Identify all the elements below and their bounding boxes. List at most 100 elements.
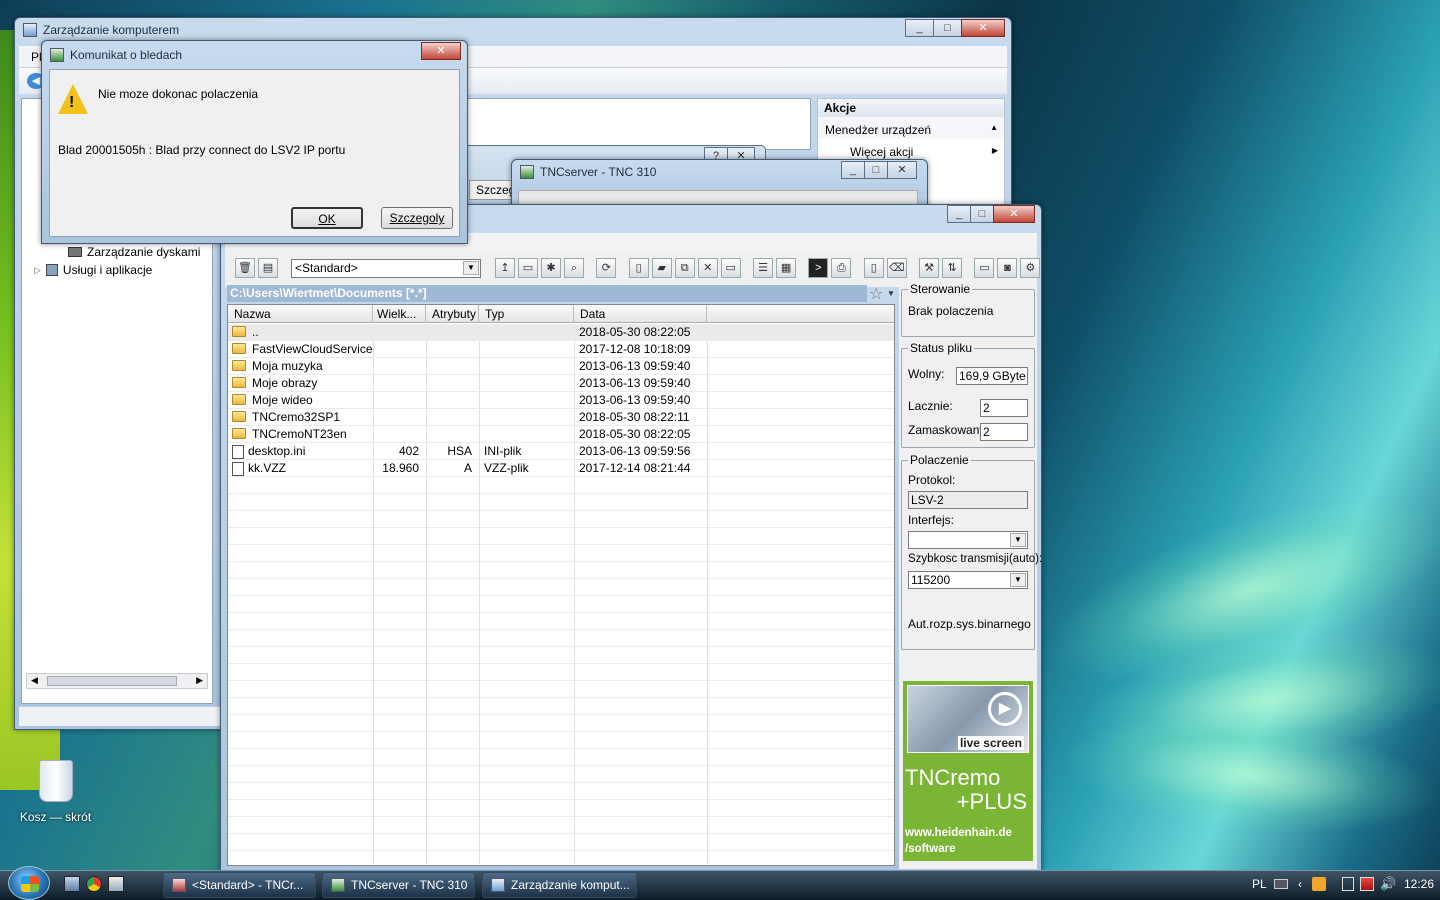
close-button[interactable]: ✕	[421, 42, 461, 60]
properties-icon[interactable]: ▤	[258, 258, 278, 278]
file-row[interactable]: TNCremo32SP1 2018-05-30 08:22:11	[228, 409, 894, 426]
camera-icon[interactable]: ◙	[997, 258, 1018, 278]
print-icon[interactable]: ⎙	[831, 258, 852, 278]
keyboard-icon[interactable]	[1274, 879, 1288, 889]
network-icon[interactable]	[1360, 877, 1374, 891]
folder-icon	[232, 411, 246, 422]
chrome-icon[interactable]	[86, 876, 102, 892]
details-view-icon[interactable]: ▦	[776, 258, 797, 278]
show-desktop-icon[interactable]	[64, 876, 80, 892]
file-row[interactable]: Moja muzyka 2013-06-13 09:59:40	[228, 358, 894, 375]
disconnect-icon[interactable]: ⚒	[919, 258, 940, 278]
recycle-bin-shortcut[interactable]: Kosz — skrót	[18, 760, 93, 824]
interface-select[interactable]: ▼	[908, 531, 1028, 549]
cut-icon[interactable]: ✕	[697, 258, 718, 278]
favorite-star-icon[interactable]: ☆	[869, 284, 883, 304]
minimize-button[interactable]: _	[947, 205, 971, 223]
file-row[interactable]: desktop.ini 402 HSA INI-plik 2013-06-13 09:5…	[228, 443, 894, 460]
collapse-icon[interactable]: ▲	[990, 123, 998, 132]
minimize-button[interactable]: _	[905, 19, 934, 37]
filter-combo[interactable]: <Standard> ▼	[291, 259, 481, 278]
scroll-left-icon[interactable]: ◀	[31, 675, 38, 686]
row-name: Moje wideo	[252, 393, 313, 407]
row-date: 2018-05-30 08:22:05	[579, 427, 691, 441]
col-date[interactable]: Data	[574, 305, 707, 323]
file-row[interactable]: FastViewCloudService 2017-12-08 10:18:09	[228, 341, 894, 358]
settings-icon[interactable]: ⚙	[1020, 258, 1041, 278]
close-button[interactable]: ✕	[993, 205, 1035, 223]
tncremo-window: _ □ ✕ 🗑 ▤ <Standard> ▼ ↥ ▭ ✱ ⌕ ⟳ ▯ ▰ ⧉ ✕ ▭ ☰ ▦ > ⎙ ▯…	[220, 204, 1042, 874]
file-row[interactable]: Moje obrazy 2013-06-13 09:59:40	[228, 375, 894, 392]
refresh-icon[interactable]: ⟳	[596, 258, 617, 278]
taskbar-item-computer-mgmt[interactable]: Zarządzanie komput...	[482, 872, 637, 898]
folder-icon[interactable]: ▭	[518, 258, 538, 278]
actions-device-manager[interactable]: Menedżer urządzeń ▲	[818, 117, 1004, 139]
col-type[interactable]: Typ	[479, 305, 574, 323]
language-indicator[interactable]: PL	[1252, 877, 1267, 891]
row-date: 2018-05-30 08:22:05	[579, 325, 691, 339]
total-label: Lacznie:	[908, 399, 953, 413]
horizontal-scrollbar[interactable]: ◀ ▶	[26, 673, 208, 689]
dropdown-arrow-icon[interactable]: ▼	[1010, 573, 1026, 587]
switch-windows-icon[interactable]	[108, 876, 124, 892]
page-icon[interactable]: ▯	[863, 258, 884, 278]
brand-line1: TNCremo	[905, 765, 1001, 790]
rename-icon[interactable]: ▭	[720, 258, 741, 278]
col-size[interactable]: Wielk...	[373, 305, 426, 323]
row-name: kk.VZZ	[248, 461, 286, 475]
taskbar-item-tncserver[interactable]: TNCserver - TNC 310	[322, 872, 475, 898]
details-button[interactable]: Szczegoly	[381, 207, 453, 229]
actions-more[interactable]: Więcej akcji ▶	[818, 139, 1004, 159]
window-title: TNCserver - TNC 310	[520, 165, 656, 179]
eraser-icon[interactable]: ⌫	[886, 258, 907, 278]
minimize-button[interactable]: _	[841, 161, 865, 179]
clock[interactable]: 12:26	[1404, 877, 1434, 891]
protocol-field: LSV-2	[908, 491, 1028, 509]
list-view-icon[interactable]: ☰	[753, 258, 774, 278]
dropdown-arrow-icon[interactable]: ▼	[1010, 533, 1026, 547]
maximize-button[interactable]: □	[933, 19, 962, 37]
power-icon[interactable]	[1342, 877, 1354, 891]
close-button[interactable]: ✕	[961, 19, 1005, 37]
new-file-icon[interactable]: ▯	[628, 258, 649, 278]
delete-icon[interactable]: 🗑	[235, 258, 255, 278]
volume-icon[interactable]: 🔊	[1380, 876, 1396, 892]
close-button[interactable]: ✕	[887, 161, 917, 179]
new-folder-icon[interactable]: ✱	[541, 258, 561, 278]
expand-icon[interactable]: ▷	[34, 265, 41, 276]
tree-item-disk-management[interactable]: Zarządzanie dyskami	[68, 245, 200, 259]
row-attr: A	[463, 461, 472, 475]
scroll-right-icon[interactable]: ▶	[196, 675, 203, 686]
tree-item-services[interactable]: ▷ Usługi i aplikacje	[34, 263, 152, 277]
file-row[interactable]: .. 2018-05-30 08:22:05	[228, 324, 894, 341]
find-icon[interactable]: ⌕	[564, 258, 584, 278]
file-row[interactable]: TNCremoNT23en 2018-05-30 08:22:05	[228, 426, 894, 443]
col-name[interactable]: Nazwa	[228, 305, 373, 323]
dropdown-arrow-icon[interactable]: ▼	[463, 261, 479, 275]
tray-expand-icon[interactable]: ‹	[1298, 877, 1302, 891]
copy-icon[interactable]: ⧉	[674, 258, 695, 278]
open-icon[interactable]: ▰	[651, 258, 672, 278]
taskbar-item-tncremo[interactable]: <Standard> - TNCr...	[163, 872, 316, 898]
connect-icon[interactable]: ⇅	[942, 258, 963, 278]
up-folder-icon[interactable]: ↥	[495, 258, 515, 278]
favorite-dropdown-icon[interactable]: ▼	[887, 289, 895, 298]
update-icon[interactable]	[1312, 877, 1326, 891]
folder-icon	[232, 428, 246, 439]
window-title: Zarządzanie komputerem	[23, 23, 179, 37]
file-row[interactable]: Moje wideo 2013-06-13 09:59:40	[228, 392, 894, 409]
speed-select[interactable]: 115200 ▼	[908, 571, 1028, 589]
window-icon[interactable]: ▭	[974, 258, 995, 278]
task-label: TNCserver - TNC 310	[351, 878, 468, 892]
play-icon[interactable]: ▶	[988, 692, 1022, 726]
maximize-button[interactable]: □	[864, 161, 888, 179]
maximize-button[interactable]: □	[970, 205, 994, 223]
ok-button[interactable]: OK	[291, 207, 363, 229]
terminal-icon[interactable]: >	[808, 258, 829, 278]
col-attr[interactable]: Atrybuty	[426, 305, 479, 323]
file-row[interactable]: kk.VZZ 18.960 A VZZ-plik 2017-12-14 08:21:44	[228, 460, 894, 477]
scroll-thumb[interactable]	[47, 676, 177, 686]
group-label: Status pliku	[908, 341, 975, 355]
start-button[interactable]	[8, 866, 50, 900]
tncremo-plus-ad[interactable]: ▶ live screen TNCremo +PLUS www.heidenha…	[903, 681, 1033, 861]
